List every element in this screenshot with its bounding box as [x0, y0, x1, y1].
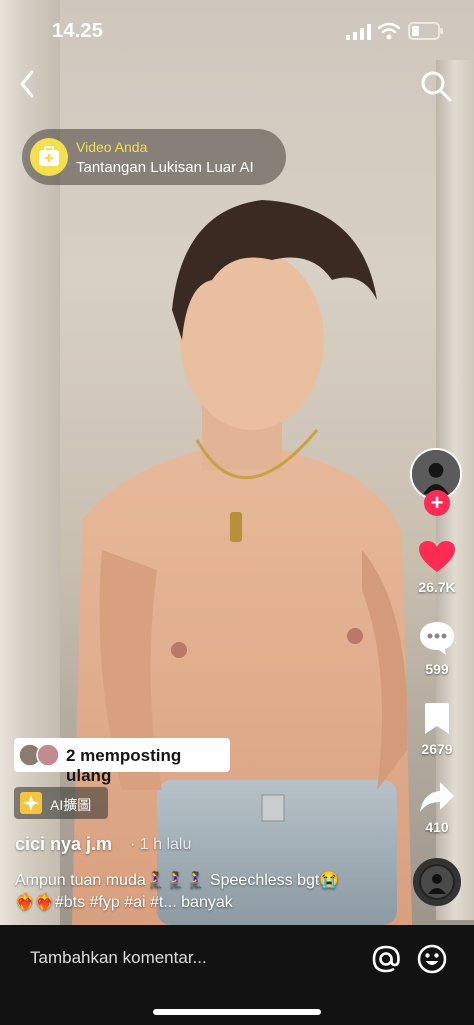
comment-count: 599 — [425, 661, 449, 677]
mention-at-icon[interactable] — [370, 943, 402, 975]
creator-username[interactable]: cici nya j.m — [15, 834, 112, 855]
emoji-icon[interactable] — [416, 943, 448, 975]
comment-input[interactable]: Tambahkan komentar... — [30, 948, 207, 968]
follow-plus-button[interactable]: + — [424, 490, 450, 516]
first-aid-kit-icon — [30, 138, 68, 176]
cellular-signal-icon — [346, 24, 371, 40]
like-button[interactable]: 26.7K — [405, 540, 469, 595]
search-icon[interactable] — [418, 68, 454, 104]
comment-bar: Tambahkan komentar... — [0, 925, 474, 1025]
comment-button[interactable]: 599 — [405, 620, 469, 677]
save-count: 2679 — [421, 741, 453, 757]
repost-badge[interactable]: 2 memposting ulang — [14, 738, 230, 785]
music-disc-icon[interactable] — [413, 858, 461, 906]
heart-icon — [419, 541, 455, 572]
repost-avatars — [18, 743, 60, 767]
back-arrow-icon[interactable] — [12, 68, 44, 100]
status-bar: 14.25 — [0, 0, 474, 60]
challenge-title: Tantangan Lukisan Luar AI — [76, 159, 254, 176]
share-count: 410 — [425, 819, 449, 835]
comment-bubble-icon — [420, 622, 454, 655]
challenge-banner[interactable]: Video Anda Tantangan Lukisan Luar AI — [22, 129, 286, 185]
ai-effect-icon — [20, 792, 42, 814]
share-button[interactable]: 410 — [405, 780, 469, 835]
status-time: 14.25 — [52, 20, 104, 42]
save-button[interactable]: 2679 — [405, 702, 469, 757]
ai-effect-label: AI擴圖 — [50, 797, 92, 813]
repost-text: 2 memposting ulang — [66, 746, 182, 785]
home-indicator — [153, 1009, 321, 1015]
like-count: 26.7K — [418, 579, 456, 595]
post-caption[interactable]: Ampun tuan muda🧎‍♀️🧎‍♀️🧎‍♀️ Speechless b… — [15, 870, 355, 914]
share-arrow-icon — [420, 782, 454, 812]
bookmark-icon — [425, 703, 449, 734]
video-subject-image — [72, 200, 412, 925]
challenge-label: Video Anda — [76, 139, 148, 155]
wifi-icon — [378, 22, 400, 40]
battery-icon — [408, 22, 443, 40]
post-time: · 1 h lalu — [130, 836, 192, 853]
ai-effect-tag[interactable]: AI擴圖 — [14, 787, 108, 819]
